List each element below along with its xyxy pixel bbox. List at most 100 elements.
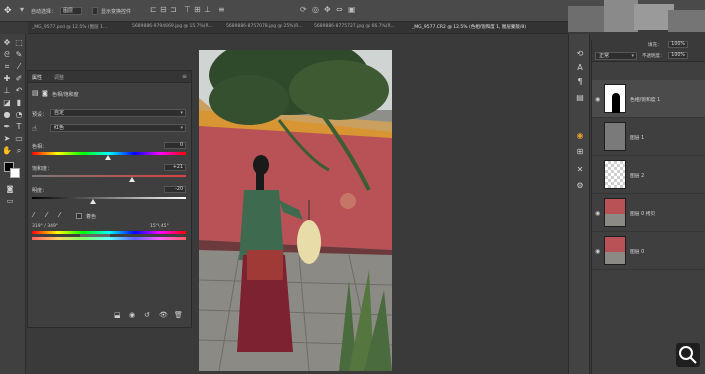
auto-select-checkbox-label[interactable]: 自动选择： xyxy=(31,8,56,15)
clip-to-layer-icon[interactable]: ⬓ xyxy=(114,311,121,319)
screen-mode-icon[interactable]: ▭ xyxy=(4,196,16,206)
transform-checkbox[interactable] xyxy=(92,7,98,15)
3d-slide-icon[interactable]: ⇔ xyxy=(336,5,343,14)
crop-tool-icon[interactable]: ⌗ xyxy=(1,62,13,72)
blur-tool-icon[interactable]: ● xyxy=(1,110,13,120)
move-tool-icon[interactable]: ✥ xyxy=(1,38,13,48)
quick-select-tool-icon[interactable]: ✎ xyxy=(13,50,25,60)
hand-tool-icon[interactable]: ✋ xyxy=(1,146,13,156)
layer-mask-thumbnail[interactable] xyxy=(604,84,626,113)
align-middle-icon[interactable]: ⊞ xyxy=(194,5,201,14)
align-left-icon[interactable]: ⊏ xyxy=(150,5,157,14)
align-top-icon[interactable]: ⊤ xyxy=(184,5,191,14)
eyedropper-icon[interactable]: ⁄ xyxy=(33,211,34,219)
gradient-tool-icon[interactable]: ▮ xyxy=(13,98,25,108)
tab-document-1[interactable]: _MG_9577.psd @ 12.5% (图层 1... xyxy=(32,24,107,30)
align-center-icon[interactable]: ⊟ xyxy=(160,5,167,14)
eyedropper-subtract-icon[interactable]: ⁄ xyxy=(59,211,60,219)
character-panel-icon[interactable]: A xyxy=(574,62,586,74)
align-right-icon[interactable]: ⊐ xyxy=(170,5,177,14)
3d-pan-icon[interactable]: ✥ xyxy=(324,5,331,14)
canvas-image[interactable] xyxy=(199,50,392,371)
layer-row[interactable]: ◉ 图层 0 拷贝 xyxy=(592,194,705,232)
mask-icon[interactable]: ◙ xyxy=(42,90,48,97)
move-tool-icon[interactable]: ✥ xyxy=(4,6,12,16)
history-brush-icon[interactable]: ↶ xyxy=(13,86,25,96)
channel-dropdown[interactable]: 红色 ▾ xyxy=(50,124,186,132)
dropdown-arrow-icon[interactable]: ▾ xyxy=(20,5,24,14)
tool-presets-icon[interactable]: ✕ xyxy=(574,164,586,176)
align-bottom-icon[interactable]: ⊥ xyxy=(204,5,211,14)
clone-stamp-icon[interactable]: ⊥ xyxy=(1,86,13,96)
type-tool-icon[interactable]: T xyxy=(13,122,25,132)
layer-name: 图层 0 xyxy=(630,250,645,255)
3d-scale-icon[interactable]: ▣ xyxy=(348,5,356,14)
layer-thumbnail[interactable] xyxy=(604,160,626,189)
colorize-checkbox[interactable] xyxy=(76,213,82,219)
path-select-icon[interactable]: ➤ xyxy=(1,134,13,144)
dodge-tool-icon[interactable]: ◔ xyxy=(13,110,25,120)
layer-thumbnail[interactable] xyxy=(604,122,626,151)
blend-mode-dropdown[interactable]: 正常 ▾ xyxy=(595,52,637,60)
saturation-slider-track[interactable] xyxy=(32,175,186,177)
targeted-adjustment-hand-icon[interactable]: ☝ xyxy=(32,124,37,133)
tab-adjustments[interactable]: 调整 xyxy=(54,74,64,81)
hue-slider-thumb[interactable] xyxy=(105,155,111,160)
tab-document-3[interactable]: 5689886-8757078.jpg @ 25%(R... xyxy=(226,24,302,29)
visibility-eye-icon[interactable]: ◉ xyxy=(595,96,600,103)
tab-properties[interactable]: 属性 xyxy=(32,74,42,81)
distribute-icon[interactable]: ≡ xyxy=(218,5,225,14)
layer-row[interactable]: ◉ 色相/饱和度 1 xyxy=(592,80,705,118)
opacity-field[interactable]: 100% xyxy=(668,52,688,59)
tab-document-4[interactable]: 5689886-8775727.jpg @ 66.7%(R... xyxy=(314,24,395,29)
brush-tool-icon[interactable]: ✐ xyxy=(13,74,25,84)
eyedropper-add-icon[interactable]: ⁄ xyxy=(46,211,47,219)
tab-document-active[interactable]: _MG_9577.CR2 @ 12.5% (色相/饱和度 1, 图层蒙版/8) xyxy=(412,24,526,30)
layer-row[interactable]: 图层 2 xyxy=(592,156,705,194)
eraser-tool-icon[interactable]: ◪ xyxy=(1,98,13,108)
eyedropper-tool-icon[interactable]: ⁄ xyxy=(13,62,25,72)
layer-row[interactable]: ◉ 图层 0 xyxy=(592,232,705,270)
layer-row[interactable]: 图层 1 xyxy=(592,118,705,156)
shape-tool-icon[interactable]: ▭ xyxy=(13,134,25,144)
3d-roll-icon[interactable]: ◎ xyxy=(312,5,319,14)
lasso-tool-icon[interactable]: ᘓ xyxy=(1,50,13,60)
artboard-tool-icon[interactable]: ⬚ xyxy=(13,38,25,48)
quick-mask-icon[interactable]: ◙ xyxy=(4,184,16,194)
zoom-tool-icon[interactable]: ⌕ xyxy=(13,146,25,156)
color-panel-icon[interactable]: ◉ xyxy=(574,130,586,142)
layer-name: 图层 2 xyxy=(630,174,645,179)
layer-thumbnail[interactable] xyxy=(604,236,626,265)
swatches-panel-icon[interactable]: ⊞ xyxy=(574,146,586,158)
properties-panel-icon[interactable]: ▤ xyxy=(574,92,586,104)
brush-panel-icon[interactable]: ⚙ xyxy=(574,180,586,192)
hue-value-field[interactable]: 0 xyxy=(164,142,186,149)
lightness-slider-track[interactable] xyxy=(32,197,186,199)
trash-icon[interactable]: 🗑 xyxy=(174,311,183,319)
saturation-value-field[interactable]: +21 xyxy=(164,164,186,171)
tab-document-2[interactable]: 5689886-9794669.jpg @ 15.7%(R... xyxy=(132,24,213,29)
layer-thumbnail[interactable] xyxy=(604,198,626,227)
view-previous-icon[interactable]: ◉ xyxy=(129,311,135,319)
properties-panel: 属性 调整 ≡ ▤ ◙ 色相/饱和度 预设： 自定 ▾ ☝ 红色 ▾ 色相： 0… xyxy=(27,70,192,328)
hue-label: 色相： xyxy=(32,144,48,150)
reset-icon[interactable]: ↺ xyxy=(144,311,150,319)
visibility-eye-icon[interactable]: ◉ xyxy=(595,248,600,255)
lightness-slider-thumb[interactable] xyxy=(90,199,96,204)
preset-dropdown[interactable]: 自定 ▾ xyxy=(50,109,186,117)
background-color-swatch[interactable] xyxy=(10,168,20,178)
visibility-eye-icon[interactable]: 👁 xyxy=(159,311,168,319)
saturation-slider-thumb[interactable] xyxy=(129,177,135,182)
3d-rotate-icon[interactable]: ⟳ xyxy=(300,5,307,14)
healing-brush-icon[interactable]: ✚ xyxy=(1,74,13,84)
fill-field[interactable]: 100% xyxy=(668,41,688,48)
opacity-label: 不透明度： xyxy=(642,54,665,59)
zoom-button[interactable] xyxy=(676,343,700,367)
lightness-value-field[interactable]: -20 xyxy=(164,186,186,193)
pen-tool-icon[interactable]: ✒ xyxy=(1,122,13,132)
panel-menu-icon[interactable]: ≡ xyxy=(182,73,187,80)
auto-select-dropdown[interactable]: 图层 xyxy=(60,7,82,15)
visibility-eye-icon[interactable]: ◉ xyxy=(595,210,600,217)
paragraph-panel-icon[interactable]: ¶ xyxy=(574,76,586,88)
history-panel-icon[interactable]: ⟲ xyxy=(574,48,586,60)
